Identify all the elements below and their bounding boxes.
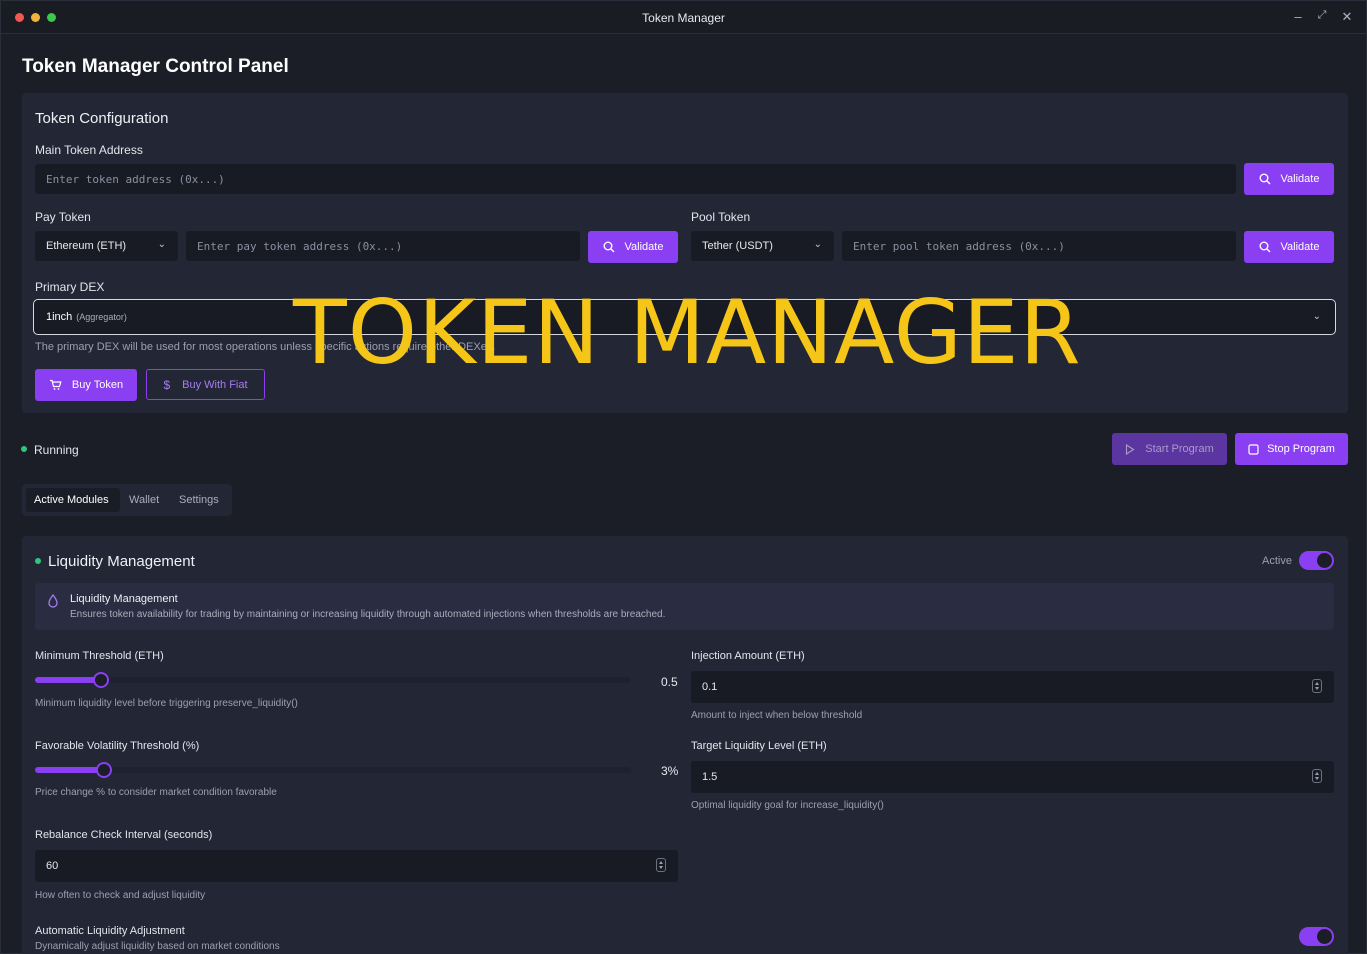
auto-adjust-label: Automatic Liquidity Adjustment (35, 925, 185, 937)
injection-amount-input[interactable]: 0.1 (691, 671, 1334, 703)
auto-adjust-toggle[interactable] (1299, 927, 1334, 946)
slider-fill (35, 767, 104, 773)
volatility-hint: Price change % to consider market condit… (35, 787, 277, 798)
primary-dex-selected: 1inch (46, 311, 73, 323)
active-label: Active (1262, 555, 1292, 567)
close-icon[interactable]: ✕ (1339, 9, 1355, 25)
injection-amount-value: 0.1 (702, 681, 718, 693)
buy-token-label: Buy Token (71, 379, 124, 391)
title-bar: Token Manager – ⤢ ✕ (1, 1, 1366, 34)
validate-label: Validate (1280, 241, 1320, 253)
min-threshold-slider[interactable] (35, 672, 631, 688)
liquidity-title: Liquidity Management (48, 553, 195, 570)
volatility-label: Favorable Volatility Threshold (%) (35, 740, 200, 752)
token-config-title: Token Configuration (35, 110, 169, 127)
stop-icon (1248, 443, 1259, 455)
chevron-down-icon: ⌄ (813, 239, 822, 250)
chevron-down-icon: ⌄ (1312, 311, 1321, 322)
page-title: Token Manager Control Panel (22, 56, 289, 77)
buy-with-fiat-label: Buy With Fiat (182, 378, 248, 391)
main-token-input[interactable]: Enter token address (0x...) (35, 164, 1236, 194)
volatility-value: 3% (661, 764, 679, 778)
stepper-icon[interactable] (1312, 679, 1322, 693)
status-text: Running (34, 443, 79, 457)
module-info-box: Liquidity Management Ensures token avail… (35, 583, 1334, 630)
buy-with-fiat-button[interactable]: $ Buy With Fiat (146, 369, 265, 400)
primary-dex-selected-sub: (Aggregator) (76, 312, 127, 322)
status-indicator (21, 446, 27, 452)
chevron-down-icon: ⌄ (157, 239, 166, 250)
validate-main-token-button[interactable]: Validate (1244, 163, 1334, 195)
stop-program-button[interactable]: Stop Program (1235, 433, 1348, 465)
play-icon (1126, 443, 1135, 455)
pool-token-label: Pool Token (691, 210, 751, 224)
tab-settings[interactable]: Settings (171, 488, 227, 512)
min-threshold-value: 0.5 (661, 675, 678, 689)
module-active-toggle[interactable] (1299, 551, 1334, 570)
target-liquidity-value: 1.5 (702, 771, 718, 783)
module-status-dot (35, 558, 41, 564)
validate-pay-token-button[interactable]: Validate (588, 231, 678, 263)
target-label: Target Liquidity Level (ETH) (691, 740, 827, 752)
rebalance-label: Rebalance Check Interval (seconds) (35, 829, 213, 841)
rebalance-hint: How often to check and adjust liquidity (35, 890, 206, 901)
primary-dex-label: Primary DEX (35, 280, 105, 294)
pay-token-selected: Ethereum (ETH) (46, 240, 127, 252)
stepper-icon[interactable] (656, 858, 666, 872)
info-description: Ensures token availability for trading b… (70, 609, 666, 620)
min-threshold-hint: Minimum liquidity level before triggerin… (35, 698, 298, 709)
auto-adjust-hint: Dynamically adjust liquidity based on ma… (35, 941, 280, 952)
pay-token-select[interactable]: Ethereum (ETH) ⌄ (35, 231, 178, 261)
stop-program-label: Stop Program (1267, 443, 1335, 455)
start-program-label: Start Program (1145, 443, 1214, 455)
search-icon (603, 241, 615, 253)
watermark-text: TOKEN MANAGER (293, 281, 1082, 384)
search-icon (1259, 241, 1271, 253)
pay-token-input[interactable]: Enter pay token address (0x...) (186, 231, 580, 261)
minimize-icon[interactable]: – (1290, 9, 1306, 24)
maximize-icon[interactable]: ⤢ (1314, 9, 1330, 22)
target-liquidity-input[interactable]: 1.5 (691, 761, 1334, 793)
slider-thumb[interactable] (93, 672, 109, 688)
target-hint: Optimal liquidity goal for increase_liqu… (691, 800, 884, 811)
module-tabs: Active Modules Wallet Settings (22, 484, 232, 516)
pool-token-input[interactable]: Enter pool token address (0x...) (842, 231, 1236, 261)
cart-icon (49, 379, 62, 390)
pay-token-label: Pay Token (35, 210, 91, 224)
pool-token-selected: Tether (USDT) (702, 240, 773, 252)
validate-label: Validate (624, 241, 664, 253)
tab-wallet[interactable]: Wallet (121, 488, 167, 512)
injection-label: Injection Amount (ETH) (691, 650, 805, 662)
rebalance-interval-input[interactable]: 60 (35, 850, 678, 882)
pool-token-select[interactable]: Tether (USDT) ⌄ (691, 231, 834, 261)
stepper-icon[interactable] (1312, 769, 1322, 783)
validate-label: Validate (1280, 173, 1320, 185)
injection-hint: Amount to inject when below threshold (691, 710, 863, 721)
volatility-slider[interactable] (35, 762, 631, 778)
slider-fill (35, 677, 101, 683)
app-window: Token Manager – ⤢ ✕ Token Manager Contro… (0, 0, 1367, 954)
info-title: Liquidity Management (70, 593, 178, 605)
search-icon (1259, 173, 1271, 185)
tab-active-modules[interactable]: Active Modules (26, 488, 120, 512)
dollar-icon: $ (163, 377, 171, 392)
validate-pool-token-button[interactable]: Validate (1244, 231, 1334, 263)
buy-token-button[interactable]: Buy Token (35, 369, 137, 401)
window-title: Token Manager (642, 11, 725, 25)
droplet-icon (48, 594, 58, 608)
main-token-label: Main Token Address (35, 143, 143, 157)
min-threshold-label: Minimum Threshold (ETH) (35, 650, 164, 662)
start-program-button[interactable]: Start Program (1112, 433, 1227, 465)
rebalance-interval-value: 60 (46, 860, 59, 872)
slider-thumb[interactable] (96, 762, 112, 778)
